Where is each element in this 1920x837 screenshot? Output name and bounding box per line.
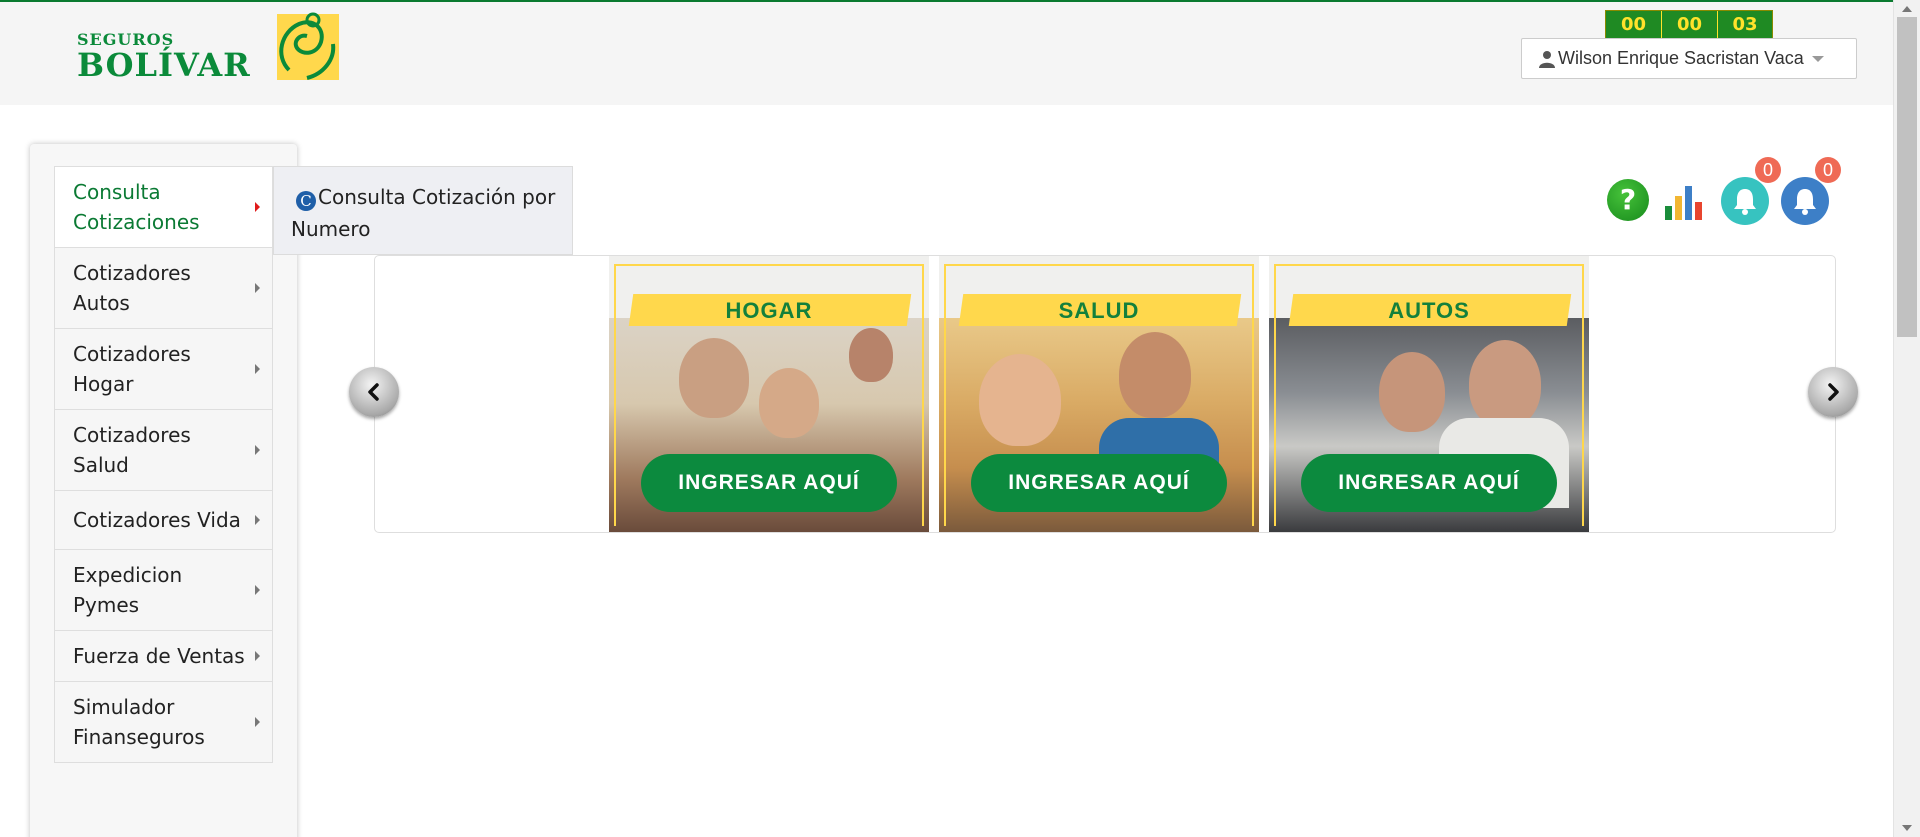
caret-right-icon <box>255 202 260 212</box>
ingresar-aqui-button[interactable]: INGRESAR AQUÍ <box>1301 454 1557 512</box>
logo-mark-icon <box>277 12 339 80</box>
sidebar-item-label: Cotizadores Autos <box>73 261 191 315</box>
user-menu-dropdown[interactable]: Wilson Enrique Sacristan Vaca <box>1521 38 1857 79</box>
seguros-bolivar-logo[interactable]: SEGUROS BOLÍVAR <box>77 8 347 88</box>
sidebar-item-label: Cotizadores Salud <box>73 423 191 477</box>
sidebar-item-label: Cotizadores Vida <box>73 508 241 532</box>
chevron-right-icon <box>1828 383 1839 401</box>
sidebar-item-cotizadores-autos[interactable]: Cotizadores Autos <box>54 248 273 329</box>
alerts-bell-button[interactable] <box>1781 177 1829 225</box>
caret-right-icon <box>255 651 260 661</box>
bell-icon <box>1734 189 1756 215</box>
sidebar-item-label: Consulta Cotizaciones <box>73 180 200 234</box>
sidebar-item-expedicion-pymes[interactable]: Expedicion Pymes <box>54 550 273 631</box>
submenu-consulta-cotizacion-por-numero[interactable]: C Consulta Cotización por Numero <box>273 166 573 255</box>
page-scrollbar[interactable] <box>1893 0 1920 837</box>
sidebar-item-consulta-cotizaciones[interactable]: Consulta Cotizaciones <box>54 166 273 248</box>
bell-icon <box>1794 189 1816 215</box>
caret-right-icon <box>255 445 260 455</box>
sidebar-item-label: Cotizadores Hogar <box>73 342 191 396</box>
sidebar-item-simulador-finanseguros[interactable]: Simulador Finanseguros <box>54 682 273 763</box>
sidebar-item-label: Expedicion Pymes <box>73 563 183 617</box>
timer-minutes: 00 <box>1662 11 1718 38</box>
user-icon <box>1539 50 1555 68</box>
user-name: Wilson Enrique Sacristan Vaca <box>1558 48 1804 68</box>
sidebar-item-cotizadores-hogar[interactable]: Cotizadores Hogar <box>54 329 273 410</box>
question-mark-icon: ? <box>1619 183 1637 216</box>
sidebar-item-label: Fuerza de Ventas <box>73 644 245 668</box>
carousel-card-hogar[interactable]: HOGAR INGRESAR AQUÍ <box>609 256 929 532</box>
carousel-card-autos[interactable]: AUTOS INGRESAR AQUÍ <box>1269 256 1589 532</box>
caret-right-icon <box>255 585 260 595</box>
ingresar-aqui-button[interactable]: INGRESAR AQUÍ <box>641 454 897 512</box>
sidebar-menu: Consulta Cotizaciones Cotizadores Autos … <box>54 166 273 763</box>
caret-right-icon <box>255 283 260 293</box>
caret-right-icon <box>255 515 260 525</box>
sidebar-item-label: Simulador Finanseguros <box>73 695 205 749</box>
submenu-item-label: Consulta Cotización por Numero <box>291 185 556 241</box>
notifications-bell-button[interactable] <box>1721 177 1769 225</box>
carousel-prev-button[interactable] <box>349 367 399 417</box>
chevron-down-icon <box>1811 55 1824 62</box>
caret-right-icon <box>255 364 260 374</box>
card-title: SALUD <box>1058 298 1140 323</box>
scroll-down-arrow-icon[interactable] <box>1902 825 1912 831</box>
sidebar: Consulta Cotizaciones Cotizadores Autos … <box>30 144 297 837</box>
chevron-left-icon <box>368 383 379 401</box>
logo-brand-text: BOLÍVAR <box>77 46 251 84</box>
caret-right-icon <box>255 717 260 727</box>
card-title: AUTOS <box>1388 298 1470 323</box>
timer-hours: 00 <box>1606 11 1662 38</box>
carousel-next-button[interactable] <box>1808 367 1858 417</box>
ingresar-aqui-button[interactable]: INGRESAR AQUÍ <box>971 454 1227 512</box>
help-button[interactable]: ? <box>1607 179 1649 221</box>
c-circle-icon: C <box>296 191 316 211</box>
bar-chart-icon[interactable] <box>1663 184 1705 220</box>
scrollbar-thumb[interactable] <box>1897 17 1917 337</box>
card-title: HOGAR <box>725 298 813 323</box>
session-timer: 00 00 03 <box>1605 10 1773 39</box>
timer-seconds: 03 <box>1718 11 1772 38</box>
alert-count-badge: 0 <box>1815 157 1841 183</box>
sidebar-item-cotizadores-vida[interactable]: Cotizadores Vida <box>54 491 273 550</box>
sidebar-item-fuerza-de-ventas[interactable]: Fuerza de Ventas <box>54 631 273 682</box>
notification-count-badge: 0 <box>1755 157 1781 183</box>
carousel-card-salud[interactable]: SALUD INGRESAR AQUÍ <box>939 256 1259 532</box>
sidebar-item-cotizadores-salud[interactable]: Cotizadores Salud <box>54 410 273 491</box>
scroll-up-arrow-icon[interactable] <box>1902 6 1912 12</box>
